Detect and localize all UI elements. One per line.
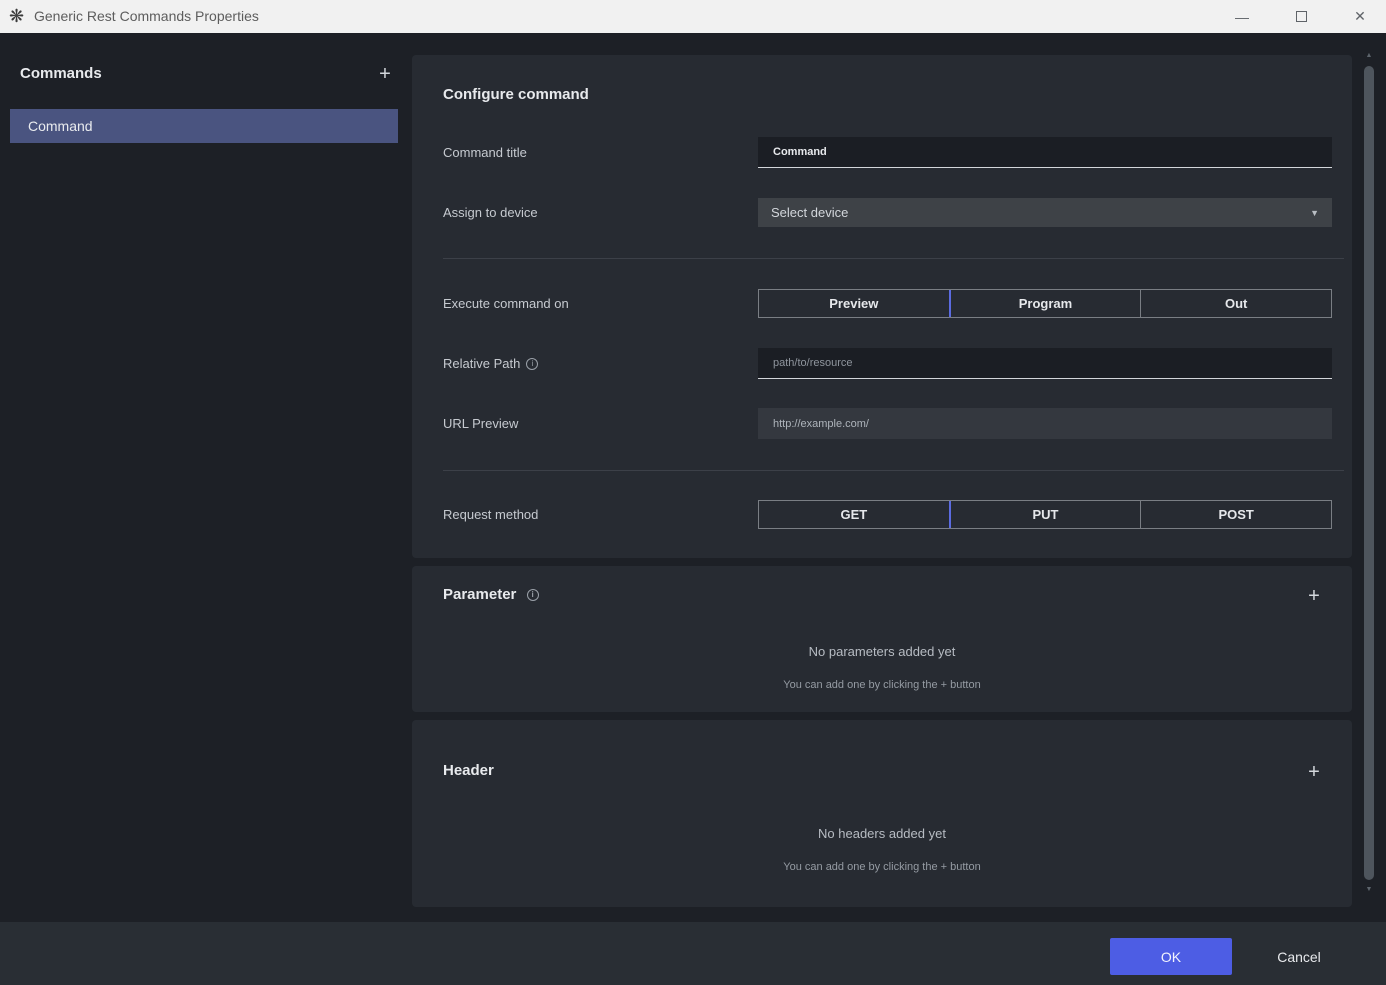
divider <box>443 258 1344 259</box>
parameter-empty-message: No parameters added yet <box>412 644 1352 659</box>
execute-option-program[interactable]: Program <box>949 290 1141 317</box>
maximize-button[interactable] <box>1278 0 1324 33</box>
sidebar-item-command[interactable]: Command <box>10 109 398 143</box>
window-title: Generic Rest Commands Properties <box>34 0 259 33</box>
dialog-footer: OK Cancel <box>0 922 1386 985</box>
relative-path-input[interactable] <box>758 348 1332 379</box>
assign-device-value: Select device <box>771 205 1310 220</box>
url-preview-row: URL Preview http://example.com/ <box>443 408 1344 439</box>
scroll-up-icon[interactable]: ▲ <box>1360 48 1378 64</box>
scrollbar[interactable]: ▲ ▼ <box>1360 40 1378 902</box>
parameter-title-text: Parameter <box>443 586 516 603</box>
commands-sidebar: Commands + Command <box>0 33 412 922</box>
app-icon: ❋ <box>9 4 24 28</box>
command-title-input[interactable] <box>758 137 1332 168</box>
add-command-button[interactable]: + <box>374 61 396 87</box>
minimize-icon: — <box>1235 9 1249 25</box>
minimize-button[interactable]: — <box>1219 0 1265 33</box>
method-option-post[interactable]: POST <box>1140 501 1331 528</box>
header-title: Header <box>443 762 494 779</box>
command-title-row: Command title <box>443 137 1344 168</box>
scroll-down-icon[interactable]: ▼ <box>1360 882 1378 898</box>
cancel-button[interactable]: Cancel <box>1256 938 1342 975</box>
header-empty-hint: You can add one by clicking the + button <box>412 861 1352 873</box>
request-method-segmented: GET PUT POST <box>758 500 1332 529</box>
add-header-button[interactable]: + <box>1304 760 1324 784</box>
header-empty-message: No headers added yet <box>412 826 1352 841</box>
parameter-card: Parameter i + No parameters added yet Yo… <box>412 566 1352 712</box>
commands-header: Commands <box>20 65 102 82</box>
method-option-get[interactable]: GET <box>759 501 949 528</box>
relative-path-row: Relative Path i <box>443 348 1344 379</box>
divider <box>443 470 1344 471</box>
info-icon: i <box>526 358 538 370</box>
execute-option-out[interactable]: Out <box>1140 290 1331 317</box>
url-preview-value: http://example.com/ <box>758 408 1332 439</box>
ok-button[interactable]: OK <box>1110 938 1232 975</box>
configure-command-card: Configure command Command title Assign t… <box>412 55 1352 558</box>
assign-device-row: Assign to device Select device ▼ <box>443 198 1344 227</box>
assign-device-select[interactable]: Select device ▼ <box>758 198 1332 227</box>
request-method-row: Request method GET PUT POST <box>443 500 1344 529</box>
execute-on-row: Execute command on Preview Program Out <box>443 289 1344 318</box>
relative-path-label-text: Relative Path <box>443 356 520 371</box>
dialog-window: ❋ Generic Rest Commands Properties — ✕ C… <box>0 0 1386 985</box>
command-title-label: Command title <box>443 137 527 168</box>
execute-option-preview[interactable]: Preview <box>759 290 949 317</box>
request-method-label: Request method <box>443 500 538 529</box>
titlebar: ❋ Generic Rest Commands Properties — ✕ <box>0 0 1386 33</box>
dialog-body: Commands + Command Configure command Com… <box>0 33 1386 922</box>
info-icon: i <box>527 589 539 601</box>
relative-path-label: Relative Path i <box>443 348 538 379</box>
configure-command-title: Configure command <box>443 86 589 103</box>
chevron-down-icon: ▼ <box>1310 208 1319 218</box>
add-parameter-button[interactable]: + <box>1304 584 1324 608</box>
execute-on-segmented: Preview Program Out <box>758 289 1332 318</box>
parameter-empty-hint: You can add one by clicking the + button <box>412 679 1352 691</box>
scrollbar-thumb[interactable] <box>1364 66 1374 880</box>
header-card: Header + No headers added yet You can ad… <box>412 720 1352 907</box>
maximize-icon <box>1296 11 1307 22</box>
url-preview-label: URL Preview <box>443 408 518 439</box>
execute-on-label: Execute command on <box>443 289 569 318</box>
parameter-title: Parameter i <box>443 586 539 603</box>
method-option-put[interactable]: PUT <box>949 501 1141 528</box>
close-icon: ✕ <box>1354 8 1366 25</box>
close-button[interactable]: ✕ <box>1337 0 1383 33</box>
assign-device-label: Assign to device <box>443 198 538 227</box>
